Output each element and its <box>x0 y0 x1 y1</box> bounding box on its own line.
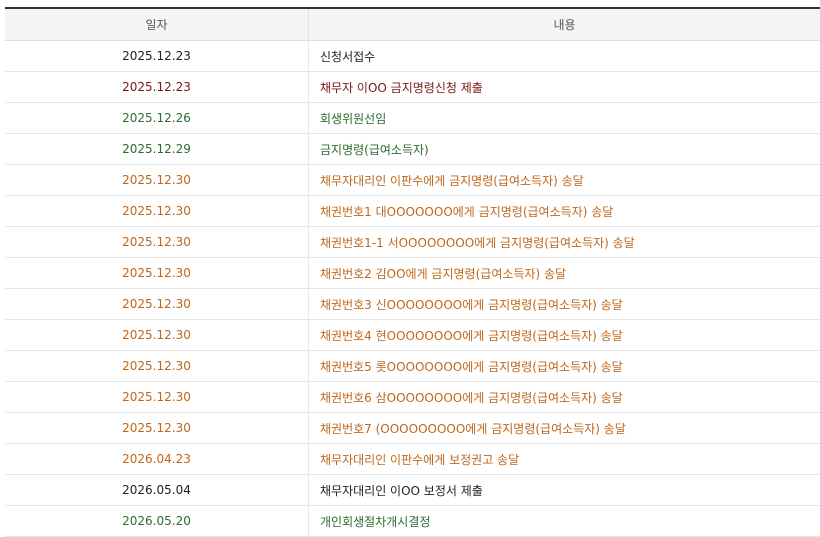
table-row: 2025.12.23 신청서접수 <box>5 41 820 72</box>
row-content: 채권번호2 김OO에게 금지명령(급여소득자) 송달 <box>320 266 567 281</box>
row-content: 채무자대리인 이판수에게 보정권고 송달 <box>320 452 520 467</box>
table-row: 2025.12.30 채무자대리인 이판수에게 금지명령(급여소득자) 송달 <box>5 165 820 196</box>
row-date: 2025.12.30 <box>5 382 309 412</box>
row-date: 2025.12.30 <box>5 258 309 288</box>
table-row: 2025.12.30 채권번호7 (OOOOOOOOO에게 금지명령(급여소득자)… <box>5 413 820 444</box>
table-row: 2025.12.26 회생위원선임 <box>5 103 820 134</box>
row-content: 채무자대리인 이OO 보정서 제출 <box>320 483 483 498</box>
row-date: 2025.12.30 <box>5 227 309 257</box>
table-row: 2025.12.30 채권번호4 현OOOOOOOO에게 금지명령(급여소득자) … <box>5 320 820 351</box>
table-row: 2025.12.23 채무자 이OO 금지명령신청 제출 <box>5 72 820 103</box>
row-date: 2026.04.23 <box>5 444 309 474</box>
table-row: 2025.12.30 채권번호5 롯OOOOOOOO에게 금지명령(급여소득자) … <box>5 351 820 382</box>
row-content: 채권번호1-1 서OOOOOOOO에게 금지명령(급여소득자) 송달 <box>320 235 635 250</box>
table-body: 2025.12.23 신청서접수 2025.12.23 채무자 이OO 금지명령신청 … <box>5 41 820 537</box>
table-row: 2026.05.20 개인회생절차개시결정 <box>5 506 820 537</box>
table-header: 일자 내용 <box>5 9 820 41</box>
row-content: 채무자대리인 이판수에게 금지명령(급여소득자) 송달 <box>320 173 584 188</box>
row-date: 2025.12.30 <box>5 320 309 350</box>
row-date: 2025.12.30 <box>5 351 309 381</box>
table-row: 2026.05.04 채무자대리인 이OO 보정서 제출 <box>5 475 820 506</box>
case-history-table: 일자 내용 2025.12.23 신청서접수 2025.12.23 채무자 이OO 금… <box>5 7 820 537</box>
row-date: 2025.12.30 <box>5 289 309 319</box>
row-date: 2026.05.20 <box>5 506 309 536</box>
row-date: 2025.12.30 <box>5 413 309 443</box>
row-content: 금지명령(급여소득자) <box>320 142 429 157</box>
row-date: 2025.12.30 <box>5 165 309 195</box>
column-header-content: 내용 <box>553 18 576 32</box>
row-date: 2025.12.23 <box>5 41 309 71</box>
table-row: 2025.12.30 채권번호6 삼OOOOOOOO에게 금지명령(급여소득자) … <box>5 382 820 413</box>
row-date: 2025.12.30 <box>5 196 309 226</box>
row-content: 신청서접수 <box>320 49 376 64</box>
row-content: 채권번호5 롯OOOOOOOO에게 금지명령(급여소득자) 송달 <box>320 359 623 374</box>
row-date: 2026.05.04 <box>5 475 309 505</box>
table-row: 2026.04.23 채무자대리인 이판수에게 보정권고 송달 <box>5 444 820 475</box>
row-content: 개인회생절차개시결정 <box>320 514 431 529</box>
table-row: 2025.12.30 채권번호1-1 서OOOOOOOO에게 금지명령(급여소득자… <box>5 227 820 258</box>
row-date: 2025.12.29 <box>5 134 309 164</box>
table-row: 2025.12.29 금지명령(급여소득자) <box>5 134 820 165</box>
row-date: 2025.12.26 <box>5 103 309 133</box>
row-content: 채권번호7 (OOOOOOOOO에게 금지명령(급여소득자) 송달 <box>320 421 626 436</box>
table-row: 2025.12.30 채권번호3 신OOOOOOOO에게 금지명령(급여소득자) … <box>5 289 820 320</box>
table-row: 2025.12.30 채권번호1 대OOOOOOO에게 금지명령(급여소득자) 송… <box>5 196 820 227</box>
row-content: 채권번호6 삼OOOOOOOO에게 금지명령(급여소득자) 송달 <box>320 390 623 405</box>
case-history-panel: 일자 내용 2025.12.23 신청서접수 2025.12.23 채무자 이OO 금… <box>0 0 820 537</box>
column-header-date: 일자 <box>5 9 309 40</box>
row-content: 채권번호1 대OOOOOOO에게 금지명령(급여소득자) 송달 <box>320 204 614 219</box>
row-date: 2025.12.23 <box>5 72 309 102</box>
table-row: 2025.12.30 채권번호2 김OO에게 금지명령(급여소득자) 송달 <box>5 258 820 289</box>
row-content: 회생위원선임 <box>320 111 387 126</box>
row-content: 채무자 이OO 금지명령신청 제출 <box>320 80 483 95</box>
row-content: 채권번호4 현OOOOOOOO에게 금지명령(급여소득자) 송달 <box>320 328 623 343</box>
row-content: 채권번호3 신OOOOOOOO에게 금지명령(급여소득자) 송달 <box>320 297 623 312</box>
